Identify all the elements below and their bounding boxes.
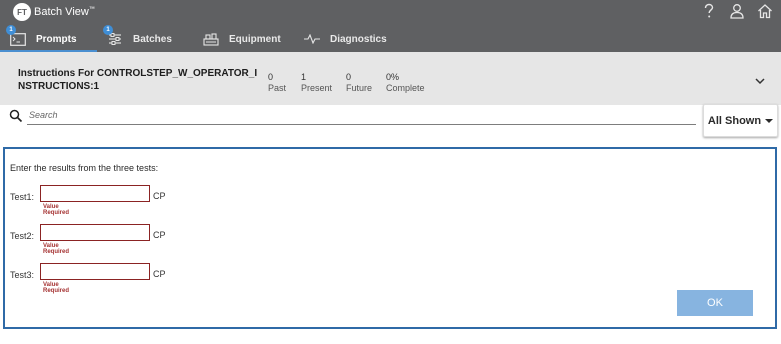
tab-diagnostics-label: Diagnostics xyxy=(330,33,387,45)
test3-field[interactable] xyxy=(40,263,150,280)
test1-label: Test1: xyxy=(10,192,35,202)
test3-error: Value Required xyxy=(43,282,70,294)
test1-unit: CP xyxy=(153,191,166,201)
test1-error: Value Required xyxy=(43,204,70,216)
header-actions xyxy=(701,3,773,19)
stat-past: 0 Past xyxy=(268,72,287,93)
test2-error: Value Required xyxy=(43,243,70,255)
main-tabs: 1 Prompts 1 Batches Equipment Diagnostic… xyxy=(0,25,394,52)
app-logo: FT Batch View™ xyxy=(13,2,95,22)
instruction-header[interactable]: Instructions For CONTROLSTEP_W_OPERATOR_… xyxy=(0,52,781,105)
search-input[interactable] xyxy=(27,106,696,125)
chevron-down-icon[interactable] xyxy=(754,74,766,86)
batch-view-app: FT Batch View™ 1 Prompts 1 Batches Equip… xyxy=(0,0,781,344)
filter-dropdown[interactable]: All Shown xyxy=(703,104,778,137)
stat-complete: 0% Complete xyxy=(386,72,425,93)
tab-prompts-label: Prompts xyxy=(36,33,77,45)
app-title: Batch View™ xyxy=(34,6,95,18)
tab-prompts[interactable]: 1 Prompts xyxy=(0,25,97,52)
test3-label: Test3: xyxy=(10,270,35,280)
prompts-badge: 1 xyxy=(6,25,16,35)
equipment-icon xyxy=(203,32,219,46)
diagnostics-icon xyxy=(304,32,320,46)
tab-diagnostics[interactable]: Diagnostics xyxy=(294,26,394,52)
test2-label: Test2: xyxy=(10,231,35,241)
tab-batches-label: Batches xyxy=(133,33,172,45)
tab-equipment[interactable]: Equipment xyxy=(193,26,294,52)
test3-unit: CP xyxy=(153,269,166,279)
ft-logo-icon: FT xyxy=(13,3,31,21)
ok-button[interactable]: OK xyxy=(677,290,753,316)
prompt-text: Enter the results from the three tests: xyxy=(10,163,159,173)
test2-unit: CP xyxy=(153,230,166,240)
help-icon[interactable] xyxy=(701,3,717,19)
instruction-title: Instructions For CONTROLSTEP_W_OPERATOR_… xyxy=(18,68,258,92)
tab-batches[interactable]: 1 Batches xyxy=(97,25,193,52)
search-icon xyxy=(9,109,23,123)
top-bar: FT Batch View™ 1 Prompts 1 Batches Equip… xyxy=(0,0,781,52)
batches-badge: 1 xyxy=(103,25,113,35)
stat-future: 0 Future xyxy=(346,72,373,93)
filter-label: All Shown xyxy=(707,114,762,127)
home-icon[interactable] xyxy=(757,3,773,19)
stat-present: 1 Present xyxy=(301,72,333,93)
test1-field[interactable] xyxy=(40,185,150,202)
user-icon[interactable] xyxy=(729,3,745,19)
tab-equipment-label: Equipment xyxy=(229,33,281,45)
prompt-panel: Enter the results from the three tests: … xyxy=(3,147,777,329)
test2-field[interactable] xyxy=(40,224,150,241)
caret-down-icon xyxy=(765,119,774,123)
